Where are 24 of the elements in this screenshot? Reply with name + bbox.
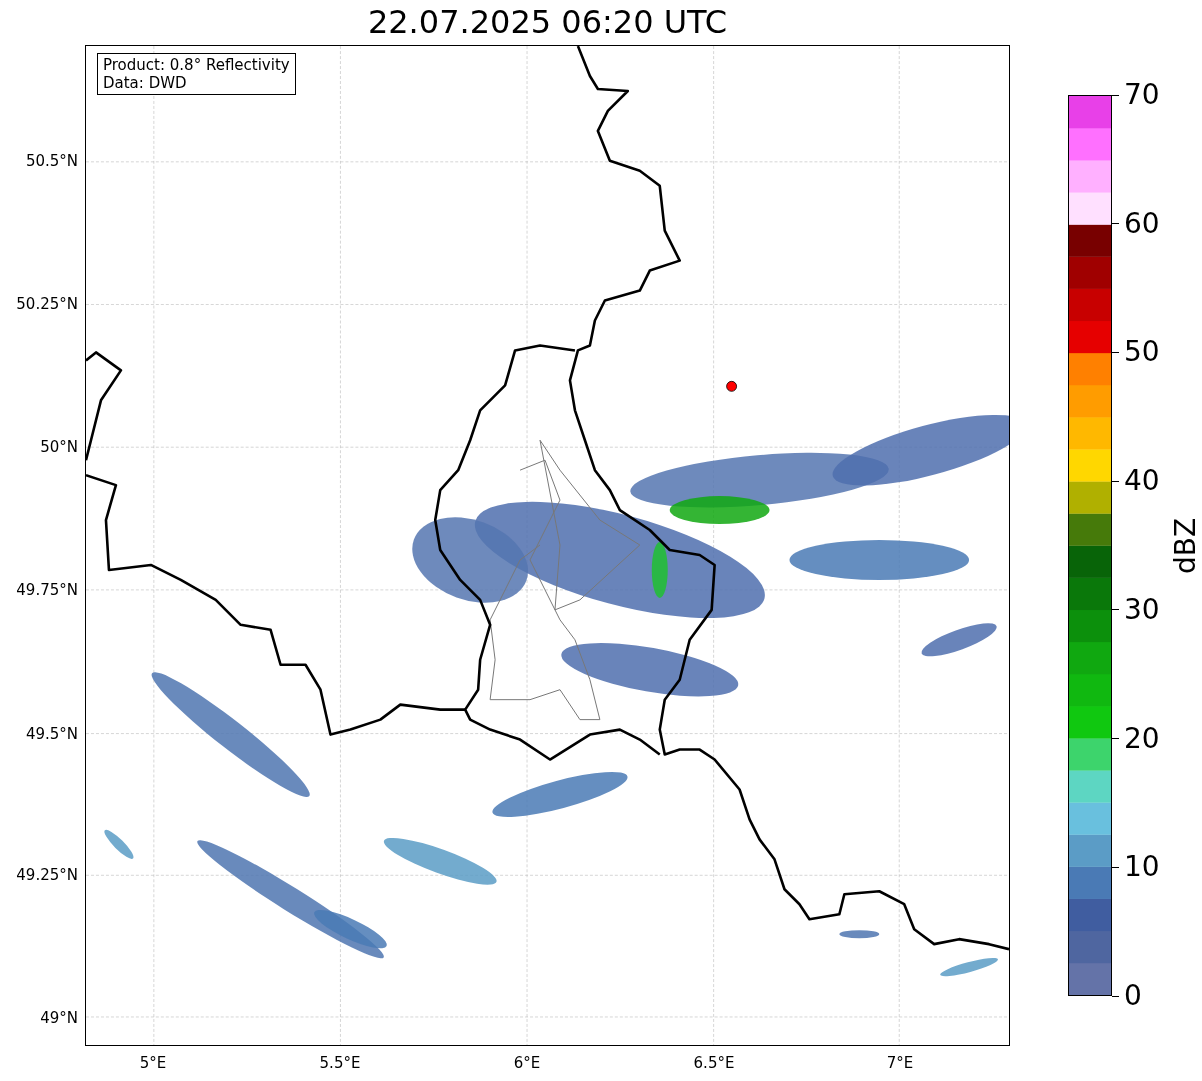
axis-tick-label: 7°E [886, 1053, 914, 1074]
colorbar-tick-label: 60 [1112, 209, 1160, 238]
axis-tick-label: 50°N [40, 436, 78, 458]
chart-title: 22.07.2025 06:20 UTC [366, 2, 729, 43]
legend-text: Data: DWD [103, 74, 188, 92]
axis-tick-label: 50.5°N [25, 150, 78, 172]
colorbar-tick-label: 10 [1112, 853, 1160, 882]
colorbar-tick-label: 40 [1112, 467, 1160, 496]
colorbar-tick-label: 30 [1112, 595, 1160, 624]
colorbar-tick-label: 0 [1112, 982, 1142, 1010]
axis-tick-label: 49.25°N [16, 864, 78, 886]
axis-tick-label: 49.5°N [25, 723, 78, 745]
axis-tick-label: 5.5°E [319, 1053, 361, 1074]
colorbar-tick-label: 20 [1112, 724, 1160, 753]
colorbar-tick-label: 50 [1112, 338, 1160, 367]
colorbar-tick-label: 70 [1112, 81, 1160, 109]
axis-tick-label: 6°E [513, 1053, 541, 1074]
axis-tick-label: 50.25°N [16, 293, 78, 315]
axis-tick-label: 5°E [139, 1053, 167, 1074]
colorbar-label: dBZ [1168, 517, 1202, 574]
axis-tick-label: 49.75°N [16, 579, 78, 601]
axis-tick-label: 6.5°E [693, 1053, 735, 1074]
legend-text: Product: 0.8° Reflectivity [103, 56, 290, 74]
axis-tick-label: 49°N [40, 1007, 78, 1029]
